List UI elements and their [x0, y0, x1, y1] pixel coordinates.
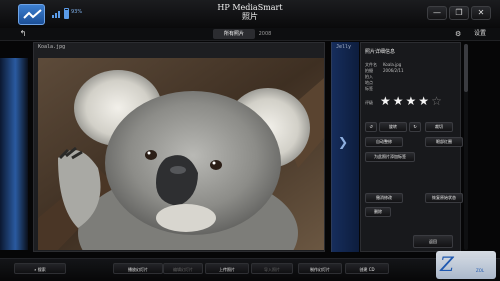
info-label: 拍入 — [365, 74, 373, 79]
import-photos-button[interactable]: 导入照片 — [251, 263, 293, 274]
bottom-toolbar — [0, 258, 500, 281]
auto-adjust-button[interactable]: 自动整修 — [365, 137, 403, 147]
info-label: 拍摄 — [365, 68, 373, 73]
hp-logo-icon[interactable] — [18, 4, 45, 25]
signal-icon — [52, 11, 60, 18]
current-filename: Koala.jpg — [38, 44, 66, 50]
delete-button[interactable]: 删除 — [365, 207, 391, 217]
next-filename: Jelly — [336, 44, 352, 50]
info-value: 2006/2/11 — [383, 68, 404, 73]
star-empty-icon[interactable]: ☆ — [431, 94, 444, 108]
rotate-left-button[interactable]: ↺ — [365, 122, 377, 132]
create-cd-button[interactable]: 创建 CD — [345, 263, 389, 274]
rotate-left-icon: ↺ — [369, 124, 373, 129]
next-arrow-icon[interactable]: ❯ — [338, 136, 348, 148]
restore-button[interactable]: ❐ — [449, 6, 469, 20]
minimize-button[interactable]: — — [427, 6, 447, 20]
star-icon[interactable]: ★ — [380, 94, 393, 108]
rotate-button[interactable]: 旋转 — [379, 122, 407, 132]
search-button[interactable]: ⌕ 搜索 — [14, 263, 66, 274]
info-row-taken: 拍摄 2006/2/11 — [365, 68, 404, 73]
restore-icon: ❐ — [455, 8, 463, 17]
info-label: 文件名 — [365, 62, 377, 67]
crop-button[interactable]: 裁切 — [425, 122, 453, 132]
undo-button[interactable]: 撤消修改 — [365, 193, 403, 203]
tab-all-photos[interactable]: 所有照片 — [213, 29, 255, 39]
koala-photo[interactable] — [38, 58, 324, 250]
info-row-location: 地点 — [365, 80, 383, 85]
back-button[interactable]: ↰ — [14, 29, 32, 39]
info-value: Koala.jpg — [383, 62, 402, 67]
edit-slideshow-button[interactable]: 编辑幻灯片 — [163, 263, 203, 274]
play-slideshow-button[interactable]: 播放幻灯片 — [113, 263, 163, 274]
back-arrow-icon: ↰ — [19, 29, 27, 38]
close-button[interactable]: ✕ — [471, 6, 491, 20]
settings-button[interactable]: 设置 — [474, 29, 486, 39]
close-icon: ✕ — [477, 8, 485, 17]
watermark-text: ZOL — [476, 268, 485, 273]
red-eye-button[interactable]: 眼部红圈 — [425, 137, 463, 147]
rotate-right-button[interactable]: ↻ — [409, 122, 421, 132]
make-slideshow-button[interactable]: 制作幻灯片 — [298, 263, 342, 274]
info-label: 标签 — [365, 86, 373, 91]
return-button[interactable]: 返回 — [413, 235, 453, 248]
gear-icon[interactable]: ⚙ — [455, 29, 461, 39]
tab-2008[interactable]: 2008 — [255, 29, 275, 39]
minimize-icon: — — [433, 8, 441, 17]
star-icon[interactable]: ★ — [393, 94, 406, 108]
previous-photo-thumbnail[interactable] — [0, 58, 28, 250]
info-row-tags: 标签 — [365, 86, 383, 91]
add-tag-button[interactable]: 为此照片添加标签 — [365, 152, 415, 162]
search-label: 搜索 — [37, 267, 46, 272]
info-label: 地点 — [365, 80, 373, 85]
details-scrollbar-thumb[interactable] — [464, 44, 468, 92]
star-icon[interactable]: ★ — [418, 94, 431, 108]
info-row-filename: 文件名 Koala.jpg — [365, 62, 401, 67]
details-title: 照片详细信息 — [365, 49, 396, 55]
restore-original-button[interactable]: 恢复原始状态 — [425, 193, 463, 203]
upload-photos-button[interactable]: 上传照片 — [205, 263, 249, 274]
rotate-right-icon: ↻ — [413, 124, 417, 129]
search-icon: ⌕ — [34, 267, 37, 272]
app-name: HP MediaSmart — [217, 3, 283, 12]
star-icon[interactable]: ★ — [406, 94, 419, 108]
app-title: HP MediaSmart 照片 — [150, 3, 350, 21]
battery-percent: 93% — [71, 9, 83, 15]
info-row-imported: 拍入 — [365, 74, 383, 79]
rating-stars[interactable]: ★★★★☆ — [380, 95, 444, 107]
watermark-logo-letter: Z — [440, 252, 454, 276]
section-title: 照片 — [242, 12, 258, 21]
battery-icon — [64, 8, 69, 19]
